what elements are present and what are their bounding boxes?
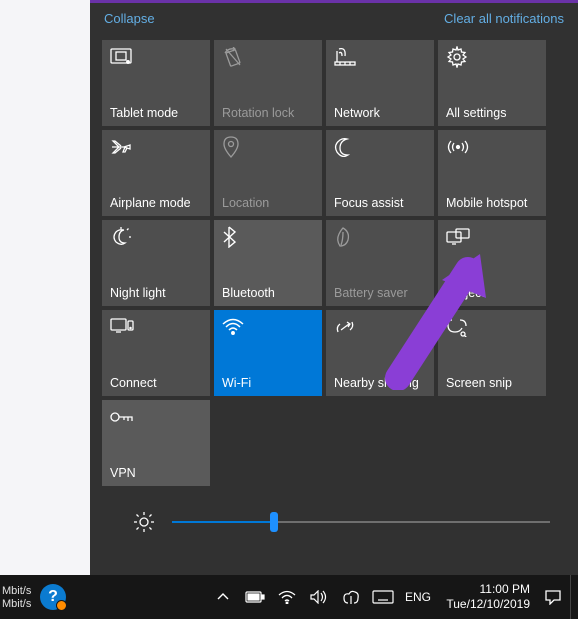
- tray-action-center-icon[interactable]: [538, 575, 568, 619]
- tile-label: Night light: [110, 286, 204, 300]
- airplane-icon: [110, 136, 204, 158]
- tile-rotation-lock[interactable]: Rotation lock: [214, 40, 322, 126]
- nightlight-icon: [110, 226, 204, 248]
- tile-label: Wi-Fi: [222, 376, 316, 390]
- tile-label: Connect: [110, 376, 204, 390]
- leaf-icon: [334, 226, 428, 248]
- tile-label: Bluetooth: [222, 286, 316, 300]
- tile-night-light[interactable]: Night light: [102, 220, 210, 306]
- tile-location[interactable]: Location: [214, 130, 322, 216]
- snip-icon: [446, 316, 540, 338]
- location-icon: [222, 136, 316, 158]
- taskbar: Mbit/s Mbit/s ? ENG: [0, 575, 578, 619]
- tray-date: Tue/12/10/2019: [438, 597, 530, 612]
- tray-keyboard-icon[interactable]: [368, 575, 398, 619]
- moon-icon: [334, 136, 428, 158]
- tray-app-icon[interactable]: [336, 575, 366, 619]
- tray-wifi-icon[interactable]: [272, 575, 302, 619]
- tile-label: Screen snip: [446, 376, 540, 390]
- taskbar-netmeter: Mbit/s Mbit/s: [0, 585, 38, 610]
- tile-label: Project: [446, 286, 540, 300]
- tile-vpn[interactable]: VPN: [102, 400, 210, 486]
- tile-bluetooth[interactable]: Bluetooth: [214, 220, 322, 306]
- collapse-link[interactable]: Collapse: [104, 11, 155, 26]
- wifi-icon: [222, 316, 316, 338]
- tile-label: Airplane mode: [110, 196, 204, 210]
- tile-nearby-sharing[interactable]: Nearby sharing: [326, 310, 434, 396]
- tray-battery-icon[interactable]: [240, 575, 270, 619]
- vpn-icon: [110, 406, 204, 428]
- tray-chevron-up-icon[interactable]: [208, 575, 238, 619]
- taskbar-help-button[interactable]: ?: [38, 575, 68, 619]
- show-desktop-button[interactable]: [570, 575, 576, 619]
- tile-label: Location: [222, 196, 316, 210]
- nearby-icon: [334, 316, 428, 338]
- hotspot-icon: [446, 136, 540, 158]
- brightness-icon: [132, 510, 156, 534]
- slider-fill: [172, 521, 274, 523]
- tile-network[interactable]: Network: [326, 40, 434, 126]
- rotation-icon: [222, 46, 316, 68]
- tile-label: Rotation lock: [222, 106, 316, 120]
- action-center-header: Collapse Clear all notifications: [90, 3, 578, 40]
- tile-battery-saver[interactable]: Battery saver: [326, 220, 434, 306]
- brightness-slider[interactable]: [172, 510, 550, 534]
- desktop: Collapse Clear all notifications Tablet …: [0, 0, 578, 619]
- background-panel: [0, 0, 90, 575]
- network-icon: [334, 46, 428, 68]
- slider-thumb[interactable]: [270, 512, 278, 532]
- tile-label: Network: [334, 106, 428, 120]
- tile-label: Battery saver: [334, 286, 428, 300]
- netmeter-top: Mbit/s: [2, 585, 38, 597]
- tray-clock[interactable]: 11:00 PM Tue/12/10/2019: [438, 582, 536, 612]
- tray-volume-icon[interactable]: [304, 575, 334, 619]
- tile-connect[interactable]: Connect: [102, 310, 210, 396]
- bluetooth-icon: [222, 226, 316, 248]
- system-tray: ENG 11:00 PM Tue/12/10/2019: [68, 575, 578, 619]
- tile-wi-fi[interactable]: Wi-Fi: [214, 310, 322, 396]
- help-icon: ?: [40, 584, 66, 610]
- tablet-icon: [110, 46, 204, 68]
- brightness-row: [90, 486, 578, 534]
- tile-label: Nearby sharing: [334, 376, 428, 390]
- project-icon: [446, 226, 540, 248]
- tile-label: Tablet mode: [110, 106, 204, 120]
- tile-label: All settings: [446, 106, 540, 120]
- tray-language[interactable]: ENG: [400, 590, 436, 604]
- tile-mobile-hotspot[interactable]: Mobile hotspot: [438, 130, 546, 216]
- tile-airplane-mode[interactable]: Airplane mode: [102, 130, 210, 216]
- action-center-panel: Collapse Clear all notifications Tablet …: [90, 0, 578, 575]
- tray-time: 11:00 PM: [438, 582, 530, 597]
- tile-screen-snip[interactable]: Screen snip: [438, 310, 546, 396]
- tile-label: Focus assist: [334, 196, 428, 210]
- netmeter-bottom: Mbit/s: [2, 598, 38, 610]
- tile-tablet-mode[interactable]: Tablet mode: [102, 40, 210, 126]
- quick-action-grid: Tablet mode Rotation lock Network All setti…: [90, 40, 578, 486]
- settings-icon: [446, 46, 540, 68]
- tile-project[interactable]: Project: [438, 220, 546, 306]
- connect-icon: [110, 316, 204, 338]
- tile-focus-assist[interactable]: Focus assist: [326, 130, 434, 216]
- clear-notifications-link[interactable]: Clear all notifications: [444, 11, 564, 26]
- tile-label: VPN: [110, 466, 204, 480]
- tile-label: Mobile hotspot: [446, 196, 540, 210]
- tile-all-settings[interactable]: All settings: [438, 40, 546, 126]
